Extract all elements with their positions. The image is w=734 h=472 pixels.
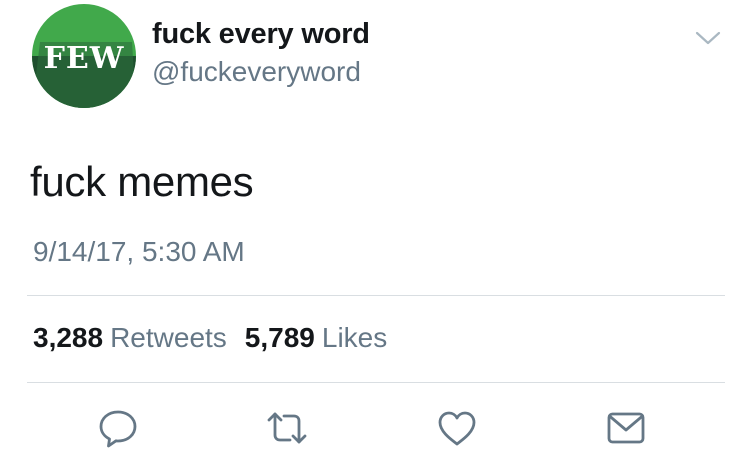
avatar[interactable]: FEW [32,4,136,108]
reply-icon [99,410,137,448]
direct-message-icon [607,412,645,444]
chevron-down-icon[interactable] [694,28,722,48]
likes-count[interactable]: 5,789 [245,322,315,354]
retweets-label[interactable]: Retweets [110,322,227,354]
retweet-button[interactable] [264,405,310,451]
likes-label[interactable]: Likes [322,322,387,354]
tweet-stats: 3,288 Retweets 5,789 Likes [33,322,405,354]
avatar-text: FEW [44,41,125,76]
retweets-count[interactable]: 3,288 [33,322,103,354]
heart-icon [438,411,476,446]
tweet-text: fuck memes [30,158,254,205]
retweet-icon [267,412,307,444]
direct-message-button[interactable] [603,405,649,451]
reply-button[interactable] [95,405,141,451]
user-handle[interactable]: @fuckeveryword [152,56,361,88]
tweet-timestamp[interactable]: 9/14/17, 5:30 AM [33,236,245,268]
divider [27,382,725,383]
divider [27,295,725,296]
like-button[interactable] [434,405,480,451]
display-name[interactable]: fuck every word [152,18,370,51]
